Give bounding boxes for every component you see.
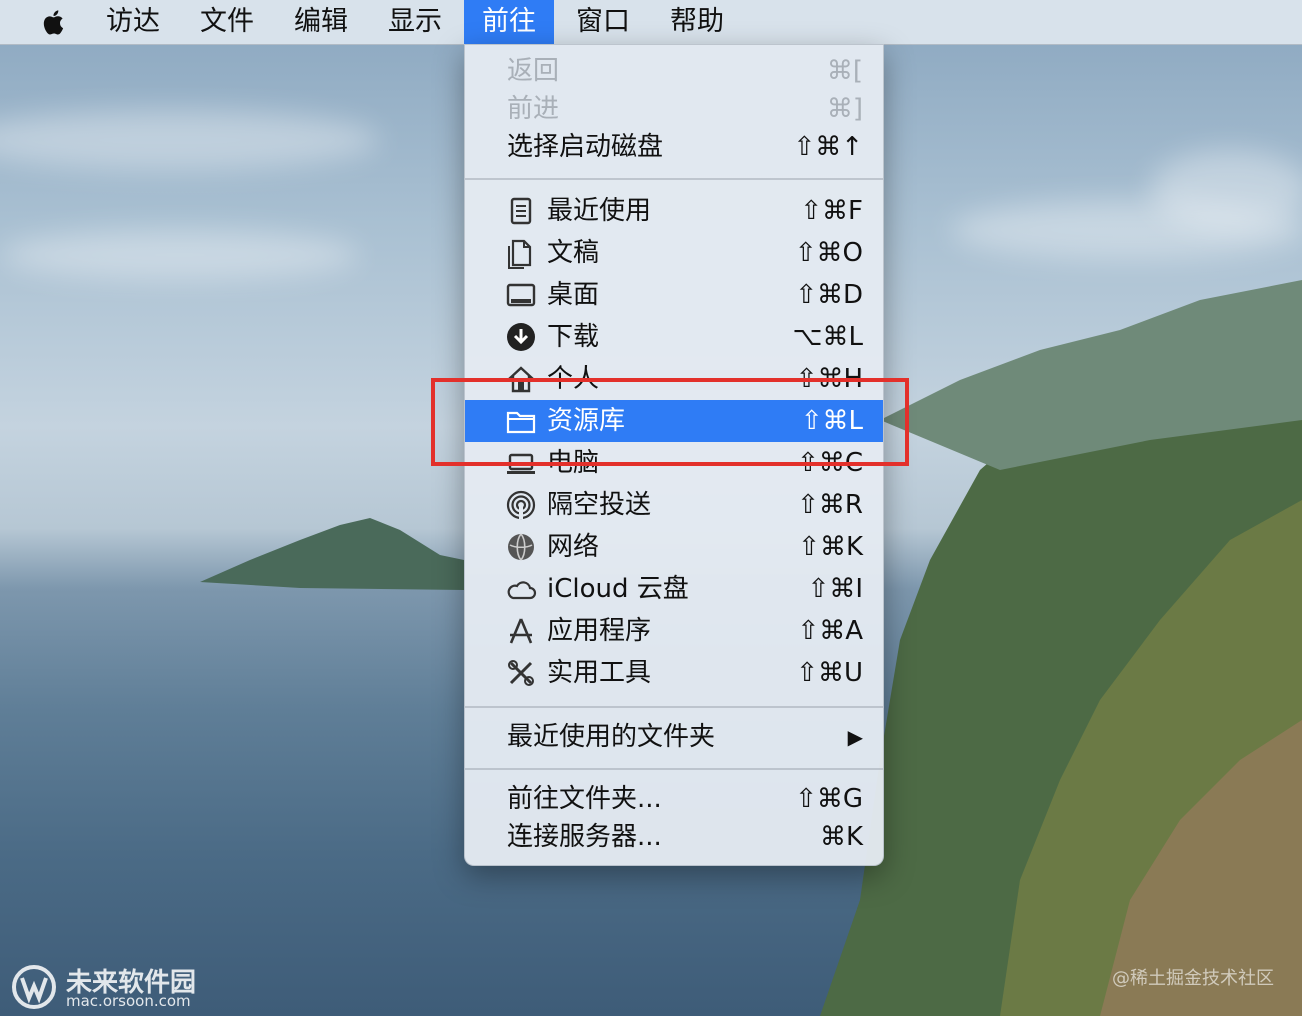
- watermark-orsoon: 未来软件园 mac.orsoon.com: [10, 962, 240, 1012]
- annotation-highlight-box: [431, 378, 909, 466]
- menu-file[interactable]: 文件: [200, 0, 254, 44]
- watermark-juejin: @稀土掘金技术社区: [1112, 968, 1274, 989]
- menu-separator: [465, 706, 883, 708]
- shortcut-label: ⇧⌘R: [797, 490, 863, 520]
- menu-item-downloads[interactable]: 下载 ⌥⌘L: [465, 316, 883, 358]
- shortcut-label: ⇧⌘↑: [793, 132, 863, 162]
- menu-item-desktop[interactable]: 桌面 ⇧⌘D: [465, 274, 883, 316]
- menu-item-startup-disk[interactable]: 选择启动磁盘 ⇧⌘↑: [465, 126, 883, 168]
- shortcut-label: ⇧⌘O: [794, 238, 863, 268]
- menu-item-label: 隔空投送: [547, 490, 652, 520]
- menu-item-label: 前进: [507, 94, 560, 124]
- menu-separator: [465, 178, 883, 180]
- apple-logo-icon[interactable]: [38, 6, 70, 38]
- menu-item-label: 前往文件夹...: [507, 784, 662, 814]
- shortcut-label: ⌘K: [819, 822, 863, 852]
- menu-item-airdrop[interactable]: 隔空投送 ⇧⌘R: [465, 484, 883, 526]
- menu-item-utilities[interactable]: 实用工具 ⇧⌘U: [465, 652, 883, 694]
- applications-icon: [509, 618, 533, 644]
- menu-finder[interactable]: 访达: [106, 0, 160, 44]
- menu-item-network[interactable]: 网络 ⇧⌘K: [465, 526, 883, 568]
- menu-item-label: 文稿: [547, 238, 600, 268]
- airdrop-icon: [506, 490, 536, 520]
- menu-item-icloud-drive[interactable]: iCloud 云盘 ⇧⌘I: [465, 568, 883, 610]
- menu-item-label: iCloud 云盘: [547, 574, 689, 604]
- menu-item-label: 最近使用的文件夹: [507, 722, 716, 752]
- menu-window[interactable]: 窗口: [576, 0, 630, 44]
- menu-item-applications[interactable]: 应用程序 ⇧⌘A: [465, 610, 883, 652]
- orsoon-logo-icon: [12, 965, 56, 1009]
- shortcut-label: ⇧⌘K: [798, 532, 863, 562]
- shortcut-label: ⇧⌘G: [795, 784, 863, 814]
- menu-item-documents[interactable]: 文稿 ⇧⌘O: [465, 232, 883, 274]
- menu-item-label: 应用程序: [547, 616, 652, 646]
- menu-item-label: 返回: [507, 56, 560, 86]
- network-icon: [508, 533, 534, 561]
- menu-item-label: 网络: [547, 532, 600, 562]
- submenu-arrow-icon: ▶: [847, 725, 863, 749]
- menu-separator: [465, 768, 883, 770]
- shortcut-label: ⇧⌘A: [797, 616, 863, 646]
- menu-item-recent-folders[interactable]: 最近使用的文件夹 ▶: [465, 716, 883, 758]
- menu-item-label: 实用工具: [547, 658, 652, 688]
- menu-item-label: 连接服务器...: [507, 822, 662, 852]
- shortcut-label: ⇧⌘U: [796, 658, 863, 688]
- menu-item-label: 最近使用: [547, 196, 652, 226]
- watermark-url: mac.orsoon.com: [66, 992, 191, 1010]
- shortcut-label: ⌘]: [826, 94, 863, 124]
- shortcut-label: ⇧⌘I: [807, 574, 863, 604]
- menu-view[interactable]: 显示: [388, 0, 442, 44]
- menu-bar: 访达 文件 编辑 显示 前往 窗口 帮助: [0, 0, 1302, 45]
- menu-item-label: 桌面: [547, 280, 600, 310]
- shortcut-label: ⇧⌘F: [800, 196, 863, 226]
- menu-item-connect-server[interactable]: 连接服务器... ⌘K: [465, 816, 883, 858]
- desktop-icon: [506, 283, 536, 307]
- utilities-icon: [508, 660, 534, 686]
- menu-item-recents[interactable]: 最近使用 ⇧⌘F: [465, 190, 883, 232]
- downloads-icon: [507, 323, 535, 351]
- menu-item-back[interactable]: 返回 ⌘[: [465, 50, 883, 92]
- menu-help[interactable]: 帮助: [670, 0, 724, 44]
- menu-item-go-to-folder[interactable]: 前往文件夹... ⇧⌘G: [465, 778, 883, 820]
- menu-go[interactable]: 前往: [464, 0, 554, 44]
- recents-icon: [510, 197, 532, 225]
- menu-item-label: 下载: [547, 322, 600, 352]
- cloud-icon: [507, 581, 537, 600]
- menu-item-label: 选择启动磁盘: [507, 132, 664, 162]
- shortcut-label: ⇧⌘D: [795, 280, 863, 310]
- menu-edit[interactable]: 编辑: [294, 0, 348, 44]
- menu-item-forward[interactable]: 前进 ⌘]: [465, 88, 883, 130]
- shortcut-label: ⌘[: [826, 56, 863, 86]
- shortcut-label: ⌥⌘L: [792, 322, 863, 352]
- documents-icon: [508, 239, 532, 269]
